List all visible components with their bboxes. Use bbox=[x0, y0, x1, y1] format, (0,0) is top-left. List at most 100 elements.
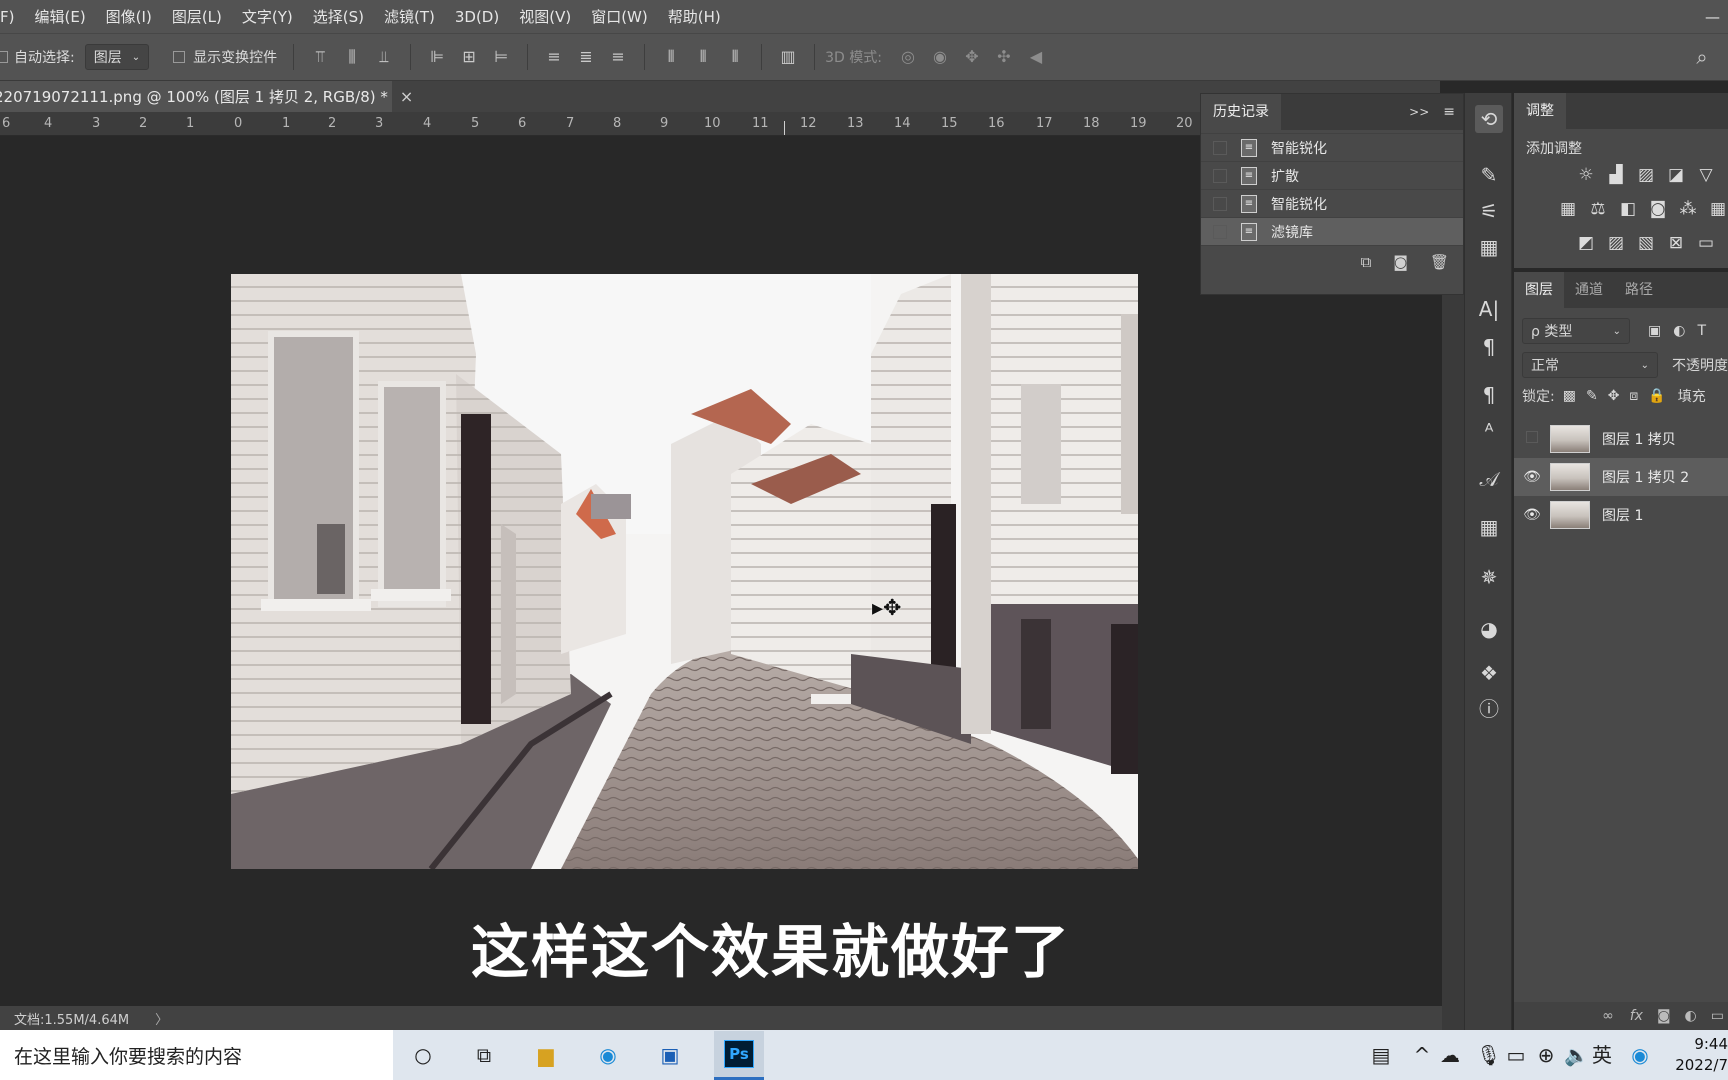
align-hcenter-icon[interactable]: ⊞ bbox=[459, 47, 479, 67]
align-top-icon[interactable]: ⫪ bbox=[310, 47, 330, 67]
status-menu-arrow[interactable]: 〉 bbox=[155, 1009, 168, 1028]
search-icon[interactable]: ⌕ bbox=[1692, 47, 1712, 67]
eye-icon[interactable]: 👁 bbox=[1514, 469, 1550, 485]
store-icon[interactable]: ▣ bbox=[655, 1040, 685, 1070]
3d-roll-icon[interactable]: ◉ bbox=[930, 47, 950, 67]
adjustment-filter-icon[interactable]: ◐ bbox=[1673, 323, 1685, 339]
distribute-left-icon[interactable]: ⦀ bbox=[661, 47, 681, 67]
notification-icon[interactable]: ▤ bbox=[1366, 1040, 1396, 1070]
close-icon[interactable]: × bbox=[400, 87, 413, 106]
brush-icon[interactable]: ✎ bbox=[1475, 161, 1503, 189]
link-layers-icon[interactable]: ∞ bbox=[1602, 1008, 1614, 1024]
snapshot-source-checkbox[interactable] bbox=[1213, 140, 1227, 155]
cortana-icon[interactable]: ○ bbox=[408, 1040, 438, 1070]
levels-icon[interactable]: ▟ bbox=[1606, 165, 1626, 185]
lock-all-icon[interactable]: 🔒 bbox=[1648, 388, 1665, 404]
tab-channels[interactable]: 通道 bbox=[1564, 272, 1614, 308]
history-item[interactable]: ≡ 智能锐化 bbox=[1201, 190, 1463, 218]
blend-mode-dropdown[interactable]: 正常 ⌄ bbox=[1522, 352, 1658, 378]
layer-row[interactable]: 👁 图层 1 bbox=[1514, 496, 1728, 534]
lock-image-icon[interactable]: ✎ bbox=[1586, 388, 1598, 404]
align-bottom-icon[interactable]: ⫫ bbox=[374, 47, 394, 67]
menu-layer[interactable]: 图层(L) bbox=[162, 6, 232, 27]
layer-row[interactable]: 图层 1 拷贝 bbox=[1514, 420, 1728, 458]
channel-mixer-icon[interactable]: ⁂ bbox=[1678, 199, 1698, 219]
tab-history[interactable]: 历史记录 bbox=[1201, 94, 1281, 130]
layer-filter-dropdown[interactable]: ρ 类型 ⌄ bbox=[1522, 318, 1630, 344]
libraries-icon[interactable]: ❖ bbox=[1475, 659, 1503, 687]
add-mask-icon[interactable]: ◙ bbox=[1657, 1008, 1671, 1024]
pixel-filter-icon[interactable]: ▣ bbox=[1648, 323, 1661, 339]
character-styles-icon[interactable]: ᴬ bbox=[1475, 417, 1503, 445]
paragraph-styles-icon[interactable]: ¶ bbox=[1475, 381, 1503, 409]
align-vcenter-icon[interactable]: ⫼ bbox=[342, 47, 362, 67]
new-adjustment-layer-icon[interactable]: ◐ bbox=[1685, 1008, 1697, 1024]
menu-help[interactable]: 帮助(H) bbox=[658, 6, 731, 27]
menu-type[interactable]: 文字(Y) bbox=[232, 6, 303, 27]
history-item-selected[interactable]: ≡ 滤镜库 bbox=[1201, 218, 1463, 246]
3d-orbit-icon[interactable]: ◎ bbox=[898, 47, 918, 67]
app-tray-icon[interactable]: ◉ bbox=[1630, 1040, 1650, 1070]
distribute-vcenter-icon[interactable]: ≣ bbox=[576, 47, 596, 67]
input-method-icon[interactable]: 英 bbox=[1592, 1040, 1612, 1070]
battery-icon[interactable]: ▭ bbox=[1506, 1040, 1526, 1070]
stamp-icon[interactable] bbox=[1475, 245, 1503, 273]
color-lookup-icon[interactable]: ▦ bbox=[1708, 199, 1728, 219]
eye-icon[interactable]: 👁 bbox=[1514, 507, 1550, 523]
trash-icon[interactable]: 🗑 bbox=[1430, 253, 1449, 271]
distribute-top-icon[interactable]: ≡ bbox=[544, 47, 564, 67]
tab-layers[interactable]: 图层 bbox=[1514, 272, 1564, 308]
threshold-icon[interactable]: ▧ bbox=[1636, 233, 1656, 253]
auto-select-dropdown[interactable]: 图层 ⌄ bbox=[84, 44, 150, 70]
glyphs-icon[interactable]: 𝒜 bbox=[1475, 465, 1503, 493]
menu-filter[interactable]: 滤镜(T) bbox=[374, 6, 445, 27]
microphone-icon[interactable]: 🎙 bbox=[1476, 1040, 1501, 1070]
table-icon[interactable]: ▦ bbox=[1475, 513, 1503, 541]
menu-file[interactable]: F) bbox=[0, 8, 24, 26]
type-filter-icon[interactable]: T bbox=[1697, 323, 1706, 339]
hue-saturation-icon[interactable]: ▦ bbox=[1558, 199, 1578, 219]
3d-pan-icon[interactable]: ✥ bbox=[962, 47, 982, 67]
panel-menu-icon[interactable]: ≡ bbox=[1443, 104, 1455, 120]
history-item[interactable]: ≡ 扩散 bbox=[1201, 162, 1463, 190]
3d-scale-icon[interactable]: ◀ bbox=[1026, 47, 1046, 67]
photo-filter-icon[interactable]: ◙ bbox=[1648, 199, 1668, 219]
snapshot-source-checkbox[interactable] bbox=[1213, 196, 1227, 211]
brightness-icon[interactable]: ☼ bbox=[1576, 165, 1596, 185]
gradient-map-icon[interactable]: ▭ bbox=[1696, 233, 1716, 253]
auto-select-checkbox[interactable] bbox=[0, 51, 8, 63]
lock-transparent-icon[interactable]: ▩ bbox=[1563, 388, 1576, 404]
edge-browser-icon[interactable]: ◉ bbox=[593, 1040, 623, 1070]
menu-edit[interactable]: 编辑(E) bbox=[24, 6, 95, 27]
vibrance-icon[interactable]: ▽ bbox=[1696, 165, 1716, 185]
tab-paths[interactable]: 路径 bbox=[1614, 272, 1664, 308]
selective-color-icon[interactable]: ⊠ bbox=[1666, 233, 1686, 253]
menu-window[interactable]: 窗口(W) bbox=[581, 6, 658, 27]
3d-icon[interactable]: ✵ bbox=[1475, 563, 1503, 591]
volume-icon[interactable]: 🔈 bbox=[1564, 1040, 1589, 1070]
paragraph-icon[interactable]: ¶ bbox=[1475, 333, 1503, 361]
taskbar-search-input[interactable]: 在这里输入你要搜索的内容 bbox=[0, 1030, 393, 1080]
menu-image[interactable]: 图像(I) bbox=[96, 6, 162, 27]
align-right-icon[interactable]: ⊨ bbox=[491, 47, 511, 67]
black-white-icon[interactable]: ◧ bbox=[1618, 199, 1638, 219]
network-icon[interactable]: ⊕ bbox=[1536, 1040, 1556, 1070]
tab-adjustments[interactable]: 调整 bbox=[1514, 93, 1566, 129]
history-item[interactable]: ≡ 智能锐化 bbox=[1201, 134, 1463, 162]
show-transform-checkbox[interactable] bbox=[173, 51, 186, 63]
menu-select[interactable]: 选择(S) bbox=[303, 6, 374, 27]
align-left-icon[interactable]: ⊫ bbox=[427, 47, 447, 67]
color-balance-icon[interactable]: ⚖ bbox=[1588, 199, 1608, 219]
layer-row-selected[interactable]: 👁 图层 1 拷贝 2 bbox=[1514, 458, 1728, 496]
chevron-up-icon[interactable]: ^ bbox=[1412, 1040, 1432, 1070]
collapse-panel-button[interactable]: >> bbox=[1409, 105, 1429, 119]
exposure-icon[interactable]: ◪ bbox=[1666, 165, 1686, 185]
camera-icon[interactable]: ◙ bbox=[1393, 253, 1408, 271]
3d-slide-icon[interactable]: ✣ bbox=[994, 47, 1014, 67]
document-tab[interactable]: 220719072111.png @ 100% (图层 1 拷贝 2, RGB/… bbox=[0, 81, 413, 112]
onedrive-icon[interactable]: ☁ bbox=[1440, 1040, 1460, 1070]
task-view-icon[interactable]: ⧉ bbox=[469, 1040, 499, 1070]
photoshop-taskbar-button[interactable]: Ps bbox=[714, 1031, 764, 1080]
swatches-icon[interactable]: ◕ bbox=[1475, 615, 1503, 643]
menu-view[interactable]: 视图(V) bbox=[509, 6, 581, 27]
